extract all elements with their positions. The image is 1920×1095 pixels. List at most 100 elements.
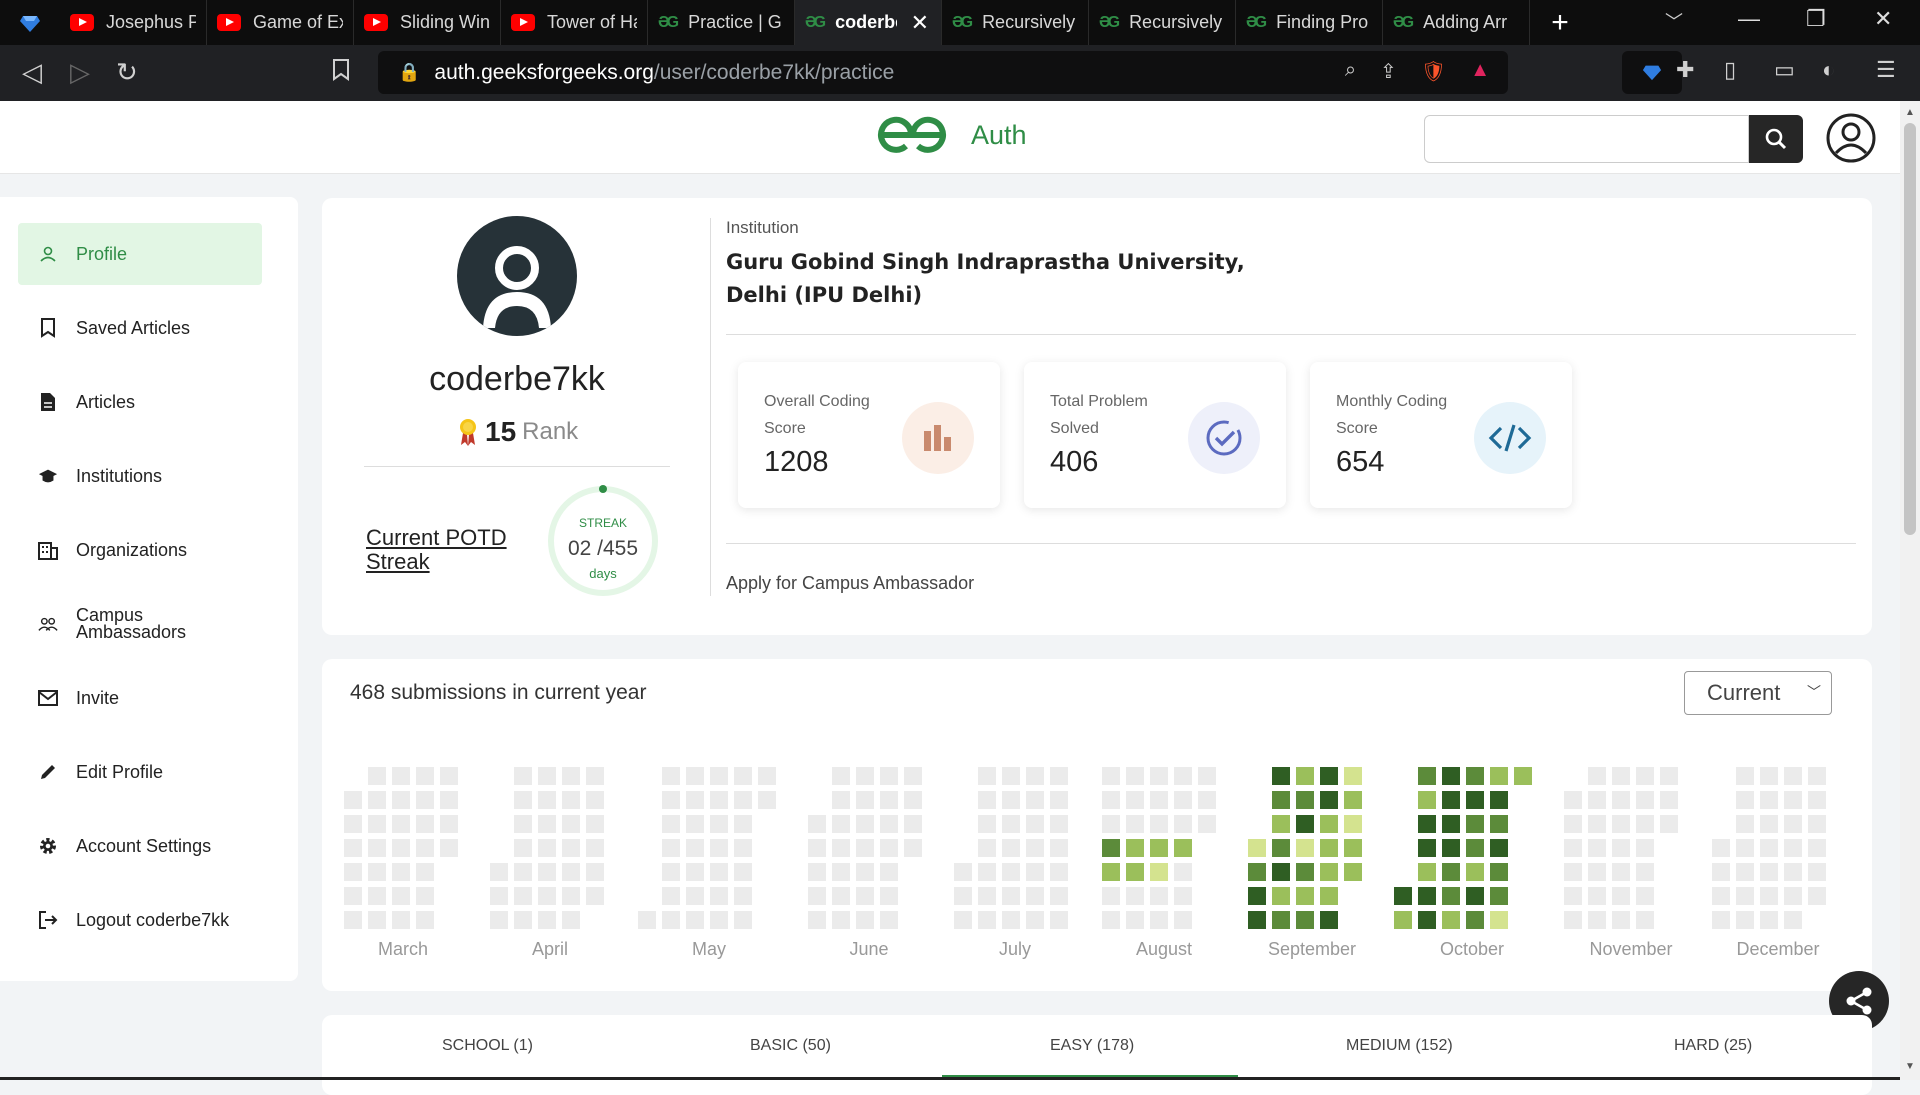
heatmap-day-cell[interactable] (1564, 887, 1582, 905)
heatmap-day-cell[interactable] (1150, 887, 1168, 905)
heatmap-day-cell[interactable] (1418, 863, 1436, 881)
heatmap-day-cell[interactable] (1490, 863, 1508, 881)
heatmap-day-cell[interactable] (832, 791, 850, 809)
heatmap-day-cell[interactable] (1150, 839, 1168, 857)
heatmap-day-cell[interactable] (1002, 887, 1020, 905)
heatmap-day-cell[interactable] (1784, 791, 1802, 809)
heatmap-day-cell[interactable] (954, 911, 972, 929)
heatmap-day-cell[interactable] (1026, 839, 1044, 857)
heatmap-day-cell[interactable] (538, 839, 556, 857)
heatmap-day-cell[interactable] (978, 911, 996, 929)
heatmap-day-cell[interactable] (978, 839, 996, 857)
heatmap-day-cell[interactable] (1442, 887, 1460, 905)
sidebar-item-account-settings[interactable]: Account Settings (18, 815, 262, 877)
heatmap-day-cell[interactable] (538, 767, 556, 785)
close-tab-icon[interactable]: ✕ (911, 10, 929, 36)
heatmap-day-cell[interactable] (1466, 815, 1484, 833)
heatmap-day-cell[interactable] (1490, 911, 1508, 929)
heatmap-day-cell[interactable] (392, 887, 410, 905)
heatmap-day-cell[interactable] (562, 887, 580, 905)
gem-icon[interactable] (0, 0, 60, 45)
heatmap-day-cell[interactable] (1272, 863, 1290, 881)
heatmap-day-cell[interactable] (1050, 911, 1068, 929)
heatmap-day-cell[interactable] (1150, 911, 1168, 929)
heatmap-day-cell[interactable] (832, 767, 850, 785)
heatmap-day-cell[interactable] (1784, 887, 1802, 905)
heatmap-day-cell[interactable] (880, 839, 898, 857)
heatmap-day-cell[interactable] (490, 887, 508, 905)
heatmap-day-cell[interactable] (368, 815, 386, 833)
heatmap-day-cell[interactable] (538, 815, 556, 833)
sidebar-item-logout[interactable]: Logout coderbe7kk (18, 889, 262, 951)
heatmap-day-cell[interactable] (1150, 767, 1168, 785)
heatmap-day-cell[interactable] (562, 863, 580, 881)
heatmap-day-cell[interactable] (1808, 887, 1826, 905)
heatmap-day-cell[interactable] (1026, 815, 1044, 833)
heatmap-day-cell[interactable] (1636, 815, 1654, 833)
heatmap-day-cell[interactable] (1636, 911, 1654, 929)
heatmap-day-cell[interactable] (344, 839, 362, 857)
heatmap-day-cell[interactable] (1050, 767, 1068, 785)
heatmap-day-cell[interactable] (416, 887, 434, 905)
tab-medium[interactable]: MEDIUM (152) (1346, 1037, 1453, 1055)
heatmap-day-cell[interactable] (586, 815, 604, 833)
heatmap-day-cell[interactable] (1050, 815, 1068, 833)
heatmap-day-cell[interactable] (416, 815, 434, 833)
heatmap-day-cell[interactable] (1126, 767, 1144, 785)
heatmap-day-cell[interactable] (1784, 767, 1802, 785)
heatmap-day-cell[interactable] (1272, 791, 1290, 809)
heatmap-day-cell[interactable] (710, 839, 728, 857)
heatmap-day-cell[interactable] (1514, 767, 1532, 785)
heatmap-day-cell[interactable] (734, 767, 752, 785)
heatmap-day-cell[interactable] (1736, 815, 1754, 833)
institution-name[interactable]: Guru Gobind Singh Indraprastha Universit… (726, 246, 1286, 312)
heatmap-day-cell[interactable] (538, 791, 556, 809)
heatmap-day-cell[interactable] (1272, 815, 1290, 833)
heatmap-day-cell[interactable] (880, 791, 898, 809)
heatmap-day-cell[interactable] (1442, 767, 1460, 785)
heatmap-day-cell[interactable] (344, 815, 362, 833)
heatmap-day-cell[interactable] (1198, 767, 1216, 785)
heatmap-day-cell[interactable] (514, 767, 532, 785)
zoom-icon[interactable]: ⌕ (1345, 59, 1356, 84)
heatmap-day-cell[interactable] (1442, 911, 1460, 929)
heatmap-day-cell[interactable] (904, 791, 922, 809)
heatmap-day-cell[interactable] (1344, 839, 1362, 857)
heatmap-day-cell[interactable] (686, 767, 704, 785)
heatmap-day-cell[interactable] (1320, 839, 1338, 857)
heatmap-day-cell[interactable] (1394, 887, 1412, 905)
heatmap-day-cell[interactable] (1736, 863, 1754, 881)
browser-tab[interactable]: Josephus Pr (60, 0, 207, 45)
heatmap-day-cell[interactable] (1784, 863, 1802, 881)
heatmap-day-cell[interactable] (1248, 911, 1266, 929)
heatmap-day-cell[interactable] (392, 791, 410, 809)
campus-ambassador-link[interactable]: Apply for Campus Ambassador (726, 573, 974, 594)
sidebar-item-saved-articles[interactable]: Saved Articles (18, 297, 262, 359)
heatmap-day-cell[interactable] (1760, 887, 1778, 905)
browser-tab[interactable]: ƏG Finding Pro (1236, 0, 1383, 45)
share-page-icon[interactable]: ⇪ (1380, 59, 1397, 84)
sidebar-toggle-icon[interactable]: ▯ (1724, 57, 1736, 83)
heatmap-day-cell[interactable] (1490, 767, 1508, 785)
heatmap-day-cell[interactable] (978, 815, 996, 833)
heatmap-day-cell[interactable] (1712, 863, 1730, 881)
heatmap-day-cell[interactable] (1174, 791, 1192, 809)
heatmap-day-cell[interactable] (856, 911, 874, 929)
heatmap-day-cell[interactable] (832, 815, 850, 833)
heatmap-day-cell[interactable] (1418, 791, 1436, 809)
sidebar-item-campus-ambassadors[interactable]: Campus Ambassadors (18, 593, 262, 655)
extensions-icon[interactable]: ✚ (1676, 57, 1694, 83)
heatmap-day-cell[interactable] (686, 839, 704, 857)
browser-tab[interactable]: ƏG Adding Arr (1383, 0, 1530, 45)
heatmap-day-cell[interactable] (1296, 887, 1314, 905)
heatmap-day-cell[interactable] (368, 791, 386, 809)
heatmap-day-cell[interactable] (1102, 911, 1120, 929)
heatmap-day-cell[interactable] (1174, 839, 1192, 857)
heatmap-day-cell[interactable] (880, 767, 898, 785)
heatmap-day-cell[interactable] (1394, 911, 1412, 929)
heatmap-day-cell[interactable] (808, 863, 826, 881)
gem-extension-icon[interactable] (1642, 62, 1662, 82)
heatmap-day-cell[interactable] (562, 767, 580, 785)
heatmap-day-cell[interactable] (490, 911, 508, 929)
heatmap-day-cell[interactable] (1248, 839, 1266, 857)
